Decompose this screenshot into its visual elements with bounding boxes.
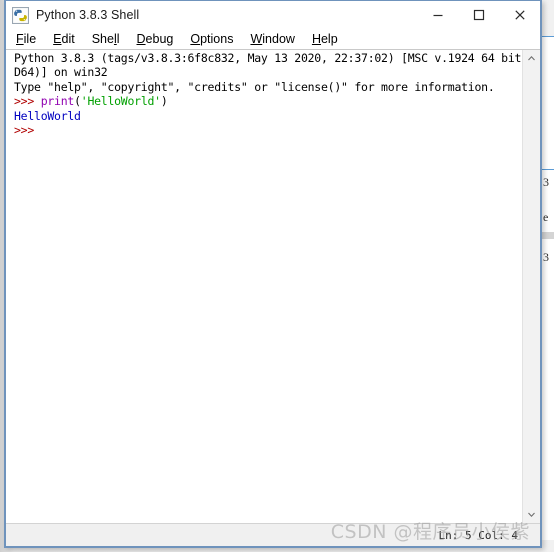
maximize-icon bbox=[473, 9, 484, 21]
menu-item-shell[interactable]: Shell bbox=[92, 32, 120, 46]
menu-item-help[interactable]: Help bbox=[312, 32, 338, 46]
background-window-glyph: 3 bbox=[543, 250, 549, 264]
menu-item-edit[interactable]: Edit bbox=[53, 32, 75, 46]
menu-accel-file: F bbox=[16, 32, 24, 46]
status-bar: Ln: 5 Col: 4 bbox=[6, 523, 540, 546]
title-bar[interactable]: Python 3.8.3 Shell bbox=[6, 1, 540, 29]
shell-paren-open: ( bbox=[74, 94, 81, 109]
background-window-bar bbox=[542, 232, 554, 239]
shell-line-banner-3: Type "help", "copyright", "credits" or "… bbox=[14, 79, 495, 94]
python-idle-icon bbox=[12, 6, 29, 24]
background-window-glyph: e bbox=[543, 210, 549, 224]
menu-bar: File Edit Shell Debug Options Window Hel… bbox=[6, 29, 540, 50]
menu-accel-options: O bbox=[190, 32, 201, 46]
minimize-button[interactable] bbox=[417, 1, 458, 29]
scroll-down-arrow-icon[interactable] bbox=[523, 506, 540, 523]
scroll-up-arrow-icon[interactable] bbox=[523, 50, 540, 67]
shell-paren-close: ) bbox=[160, 94, 168, 109]
menu-label-debug-post: ebug bbox=[145, 32, 174, 46]
maximize-button[interactable] bbox=[458, 1, 499, 29]
menu-label-options-post: ptions bbox=[200, 32, 234, 46]
menu-label-help-post: elp bbox=[320, 32, 338, 46]
menu-item-file[interactable]: File bbox=[16, 32, 36, 46]
vertical-scrollbar[interactable] bbox=[522, 50, 540, 523]
scrollbar-track[interactable] bbox=[523, 67, 540, 506]
menu-item-window[interactable]: Window bbox=[250, 32, 294, 46]
shell-line-prompt-final: >>> bbox=[14, 123, 41, 138]
menu-label-window-post: indow bbox=[262, 32, 295, 46]
chevron-down-icon bbox=[528, 512, 535, 518]
menu-item-options[interactable]: Options bbox=[190, 32, 233, 46]
background-window-glyph: 3 bbox=[543, 175, 549, 189]
shell-body: Python 3.8.3 (tags/v3.8.3:6f8c832, May 1… bbox=[6, 50, 540, 523]
close-button[interactable] bbox=[499, 1, 540, 29]
cursor-position-status: Ln: 5 Col: 4 bbox=[438, 528, 518, 542]
window-controls bbox=[417, 1, 540, 29]
window-title: Python 3.8.3 Shell bbox=[36, 8, 140, 22]
menu-accel-window: W bbox=[250, 32, 263, 46]
chevron-up-icon bbox=[528, 55, 535, 61]
close-icon bbox=[514, 10, 525, 20]
menu-label-file-post: ile bbox=[23, 32, 37, 46]
menu-label-shell-post: l bbox=[116, 32, 120, 46]
menu-item-debug[interactable]: Debug bbox=[137, 32, 174, 46]
menu-accel-help: H bbox=[311, 32, 321, 46]
shell-keyword-print: print bbox=[40, 94, 75, 109]
minimize-icon bbox=[433, 14, 442, 17]
python-shell-window: Python 3.8.3 Shell File Edit Shell Debug… bbox=[4, 0, 542, 548]
shell-text-area[interactable]: Python 3.8.3 (tags/v3.8.3:6f8c832, May 1… bbox=[6, 50, 522, 523]
shell-line-output: HelloWorld bbox=[14, 108, 81, 123]
shell-line-banner-2: D64)] on win32 bbox=[14, 65, 108, 80]
menu-label-shell-pre: She bbox=[91, 32, 114, 46]
menu-label-edit-post: dit bbox=[61, 32, 75, 46]
background-window-strip bbox=[542, 36, 554, 37]
shell-prompt: >>> bbox=[14, 94, 41, 109]
shell-line-input: >>> print('HelloWorld') bbox=[14, 94, 168, 108]
background-window-strip bbox=[542, 169, 554, 170]
menu-accel-debug: D bbox=[136, 32, 146, 46]
background-window-edge[interactable]: 3 e 3 bbox=[541, 36, 554, 540]
menu-accel-edit: E bbox=[53, 32, 62, 46]
shell-string-literal: 'HelloWorld' bbox=[80, 94, 161, 109]
shell-line-banner-1: Python 3.8.3 (tags/v3.8.3:6f8c832, May 1… bbox=[14, 51, 522, 65]
